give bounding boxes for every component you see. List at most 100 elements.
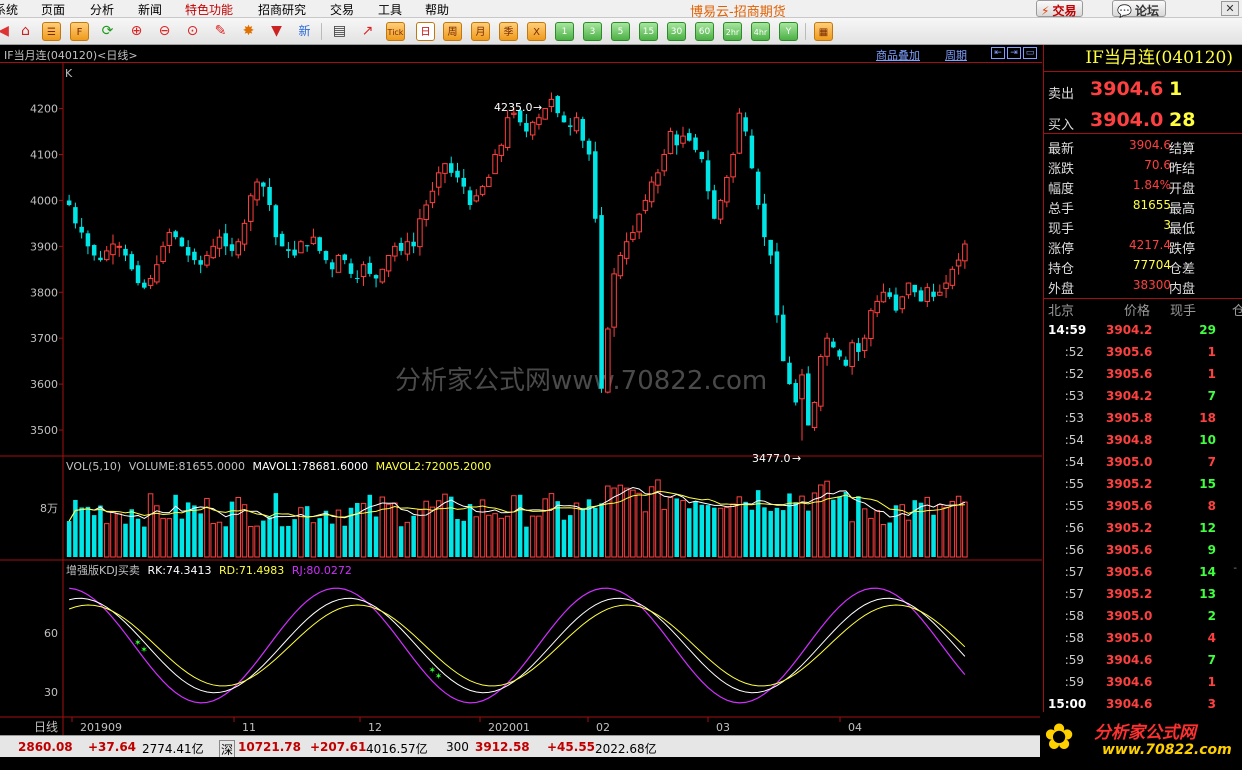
f10-icon[interactable]: F [70, 22, 89, 41]
tick-head-now: 现手 [1170, 304, 1197, 319]
period-5min-button[interactable]: 5 [611, 22, 630, 41]
quote-list-icon[interactable]: ☰ [42, 22, 61, 41]
tick-volume: 7 [1207, 653, 1216, 667]
candle-body-up [724, 176, 730, 203]
volume-bar-up [962, 501, 968, 558]
candle-body-up [924, 287, 931, 302]
volume-bar-up [103, 523, 110, 558]
bid-row[interactable]: 买入 3904.0 28 [1044, 106, 1242, 136]
draw-icon[interactable]: ✎ [211, 22, 230, 41]
zoom-out-icon[interactable]: ⊖ [155, 22, 174, 41]
k-label: K [65, 67, 73, 80]
close-window-button[interactable]: ✕ [1221, 1, 1239, 16]
menu-page[interactable]: 页面 [41, 1, 65, 18]
volume-bar-up [241, 504, 248, 558]
menu-bar: 系统 页面 分析 新闻 特色功能 招商研究 交易 工具 帮助 博易云-招商期货 … [0, 0, 1242, 20]
hs300-change: +45.55 [547, 740, 596, 754]
tick-price: 3905.2 [1106, 521, 1153, 535]
menu-analysis[interactable]: 分析 [90, 1, 114, 18]
menu-news[interactable]: 新闻 [138, 1, 162, 18]
period-30min-button[interactable]: 30 [667, 22, 686, 41]
zoom-in-icon[interactable]: ⊕ [127, 22, 146, 41]
period-4hr-button[interactable]: 4hr [751, 22, 770, 41]
volume-bar-down [699, 504, 705, 557]
tick-row: :57 3905.6 14 - [1044, 561, 1242, 583]
period-month-button[interactable]: 月 [471, 22, 490, 41]
menu-help[interactable]: 帮助 [425, 1, 449, 18]
candle-body-down [79, 226, 84, 233]
kdj-name: 增强版KDJ买卖 [66, 563, 140, 577]
tick-price: 3905.0 [1106, 455, 1153, 469]
quote-value: 70.6 [1144, 158, 1171, 172]
expand-icon[interactable]: ⇥ [1007, 47, 1021, 59]
volume-bar-up [605, 485, 611, 558]
trade-button[interactable]: ⚡ 交易 [1036, 0, 1084, 18]
forum-button[interactable]: 💬 论坛 [1112, 0, 1166, 18]
refresh-icon[interactable]: ⟳ [98, 22, 117, 41]
toolbar: ◀ ⌂ ☰ F ⟳ ⊕ ⊖ ⊙ ✎ ✸ ▼ 新 ▤ ↗ Tick 日 周 月 季… [0, 18, 1242, 45]
tick-time: :58 [1064, 609, 1084, 623]
home-icon[interactable]: ⌂ [16, 22, 35, 41]
period-day-button[interactable]: 日 [416, 22, 435, 41]
candle-body-up [661, 153, 667, 172]
filter-icon[interactable]: ▼ [267, 22, 286, 41]
tick-price: 3905.2 [1106, 477, 1153, 491]
candle-body-down [780, 314, 786, 362]
price-tick: 3700 [30, 332, 58, 345]
menu-system[interactable]: 系统 [0, 1, 18, 18]
volume-bar-down [373, 516, 379, 557]
candle-body-up [160, 245, 166, 263]
volume-bar-up [404, 521, 411, 558]
period-60min-button[interactable]: 60 [695, 22, 714, 41]
list-icon[interactable]: ▤ [330, 22, 349, 41]
fullscreen-icon[interactable]: ▭ [1023, 47, 1037, 59]
menu-tools[interactable]: 工具 [378, 1, 402, 18]
menu-research[interactable]: 招商研究 [258, 1, 306, 18]
candle-body-down [142, 282, 147, 288]
tick-icon[interactable]: Tick [386, 22, 405, 41]
period-week-button[interactable]: 周 [443, 22, 462, 41]
volume-bar-up [392, 502, 398, 558]
candle-body-up [962, 243, 968, 262]
period-15min-button[interactable]: 15 [639, 22, 658, 41]
period-1min-button[interactable]: 1 [555, 22, 574, 41]
chart-icon[interactable]: ↗ [358, 22, 377, 41]
candle-body-down [367, 262, 373, 274]
shrink-icon[interactable]: ⇤ [991, 47, 1005, 59]
price-tick: 4200 [30, 103, 58, 116]
quote-row: 持仓 77704 仓差 [1044, 256, 1242, 277]
period-season-button[interactable]: 季 [499, 22, 518, 41]
tick-row: :53 3904.2 7 [1044, 385, 1242, 407]
candle-body-up [473, 195, 480, 202]
period-year-button[interactable]: Y [779, 22, 798, 41]
chart-canvas[interactable]: K 分析家公式网www.70822.com 4200 4100 4000 3900 38… [0, 63, 1042, 735]
volume-bar-down [398, 526, 404, 557]
candle-body-up [235, 241, 242, 256]
new-icon[interactable]: 新 [295, 22, 314, 41]
ask-row[interactable]: 卖出 3904.6 1 [1044, 75, 1242, 105]
tick-price: 3905.6 [1106, 367, 1153, 381]
volume-bar-down [467, 504, 473, 557]
period-2hr-button[interactable]: 2hr [723, 22, 742, 41]
ask-volume: 1 [1169, 78, 1183, 100]
hs300-amount: 2022.68亿 [595, 742, 657, 756]
volume-bar-up [943, 506, 949, 558]
kline-chart-panel[interactable]: IF当月连(040120)<日线> 商品叠加 周期 ⇤ ⇥ ▭ K 分析家公式网… [0, 45, 1042, 735]
back-icon[interactable]: ◀ [0, 22, 13, 41]
menu-features[interactable]: 特色功能 [185, 1, 233, 18]
zoom-fit-icon[interactable]: ⊙ [183, 22, 202, 41]
volume-bar-down [317, 518, 322, 557]
layout-icon[interactable]: ▦ [814, 22, 833, 41]
quote-key-2: 内盘 [1169, 282, 1196, 297]
indicator-icon[interactable]: ✸ [239, 22, 258, 41]
menu-trade[interactable]: 交易 [330, 1, 354, 18]
tick-row: :59 3904.6 7 [1044, 649, 1242, 671]
date-axis-labels: 201909 11 12 202001 02 03 04 [71, 717, 862, 734]
cycle-link[interactable]: 周期 [945, 47, 967, 63]
candle-body-up [730, 153, 736, 178]
volume-bar-up [861, 508, 868, 558]
volume-bar-down [743, 501, 748, 557]
period-3min-button[interactable]: 3 [583, 22, 602, 41]
overlay-link[interactable]: 商品叠加 [876, 47, 920, 63]
period-custom-button[interactable]: X [527, 22, 546, 41]
